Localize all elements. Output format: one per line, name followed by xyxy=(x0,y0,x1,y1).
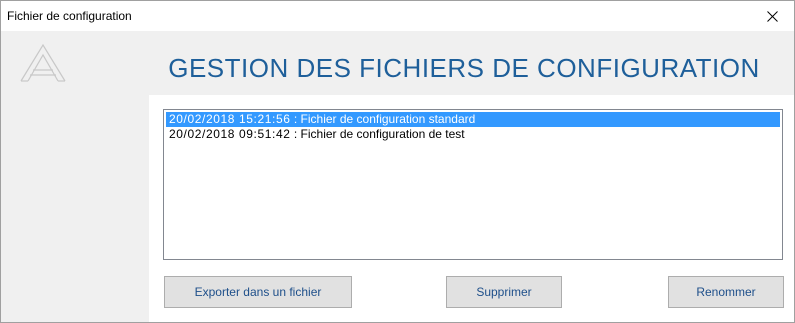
list-item[interactable]: 20/02/2018 09:51:42 : Fichier de configu… xyxy=(166,127,780,142)
title-bar: Fichier de configuration xyxy=(1,1,794,31)
side-panel xyxy=(1,31,149,322)
config-file-list[interactable]: 20/02/2018 15:21:56 : Fichier de configu… xyxy=(163,109,783,260)
page-title: GESTION DES FICHIERS DE CONFIGURATION xyxy=(168,53,760,83)
list-item[interactable]: 20/02/2018 15:21:56 : Fichier de configu… xyxy=(166,112,780,127)
file-description: : Fichier de configuration de test xyxy=(290,127,465,141)
file-description: : Fichier de configuration standard xyxy=(290,112,476,126)
main-content: 20/02/2018 15:21:56 : Fichier de configu… xyxy=(149,95,794,322)
close-button[interactable] xyxy=(750,1,794,31)
rename-button[interactable]: Renommer xyxy=(668,276,784,308)
file-timestamp: 20/02/2018 15:21:56 xyxy=(169,112,291,126)
export-to-file-button[interactable]: Exporter dans un fichier xyxy=(164,276,352,308)
window-title: Fichier de configuration xyxy=(7,9,132,23)
close-icon xyxy=(766,10,778,22)
logo-a-icon xyxy=(20,43,66,82)
file-timestamp: 20/02/2018 09:51:42 xyxy=(169,127,291,141)
header: GESTION DES FICHIERS DE CONFIGURATION xyxy=(149,31,794,95)
delete-button[interactable]: Supprimer xyxy=(446,276,562,308)
config-dialog: Fichier de configuration GESTION DES FIC… xyxy=(0,0,795,323)
